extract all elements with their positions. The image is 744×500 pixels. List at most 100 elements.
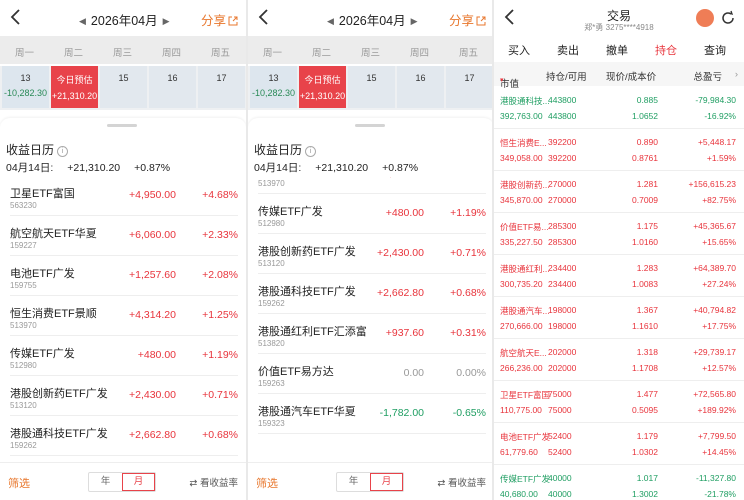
trade-panel: 交易 郑*勇 3275****4918 买入 卖出 撤单 持仓 查询 市值 ▾ 持仓/可…: [494, 0, 744, 500]
holding-row[interactable]: 恒生消费E... 349,058.00 392200 392200 0.890 0.876…: [494, 128, 744, 171]
list-item[interactable]: 传媒ETF广发 512980 +480.00 +1.19%: [0, 337, 246, 376]
calendar-day-cell[interactable]: 13 -10,282.30: [2, 66, 49, 108]
yield-toggle[interactable]: ⇄ 看收益率: [437, 475, 486, 489]
back-arrow-icon[interactable]: [8, 8, 24, 26]
profit-amount: 0.00: [403, 367, 424, 379]
profit-amount: -1,782.00: [379, 407, 424, 419]
day-profit: +21,310.20: [299, 91, 346, 101]
calendar-day-cell[interactable]: 17: [198, 66, 245, 108]
list-item[interactable]: 电池ETF广发 159755 +1,257.60 +2.08%: [0, 257, 246, 296]
yield-toggle[interactable]: ⇄ 看收益率: [189, 475, 238, 489]
row-divider: [258, 353, 486, 354]
share-button[interactable]: 分享: [449, 10, 486, 29]
calendar-day-cell[interactable]: 今日预估 +21,310.20: [51, 66, 98, 108]
calendar-day-cell[interactable]: 15: [348, 66, 395, 108]
next-month-icon[interactable]: ▶: [163, 16, 170, 26]
filter-button[interactable]: 筛选: [256, 475, 278, 491]
profit-pct: +2.08%: [202, 269, 238, 281]
tab-3[interactable]: 持仓: [641, 42, 691, 65]
holding-position: 52400: [548, 431, 572, 441]
holding-pl: -11,327.80: [695, 473, 736, 483]
list-item[interactable]: 港股创新药ETF广发 513120 +2,430.00 +0.71%: [0, 377, 246, 416]
calendar-day-cell[interactable]: 今日预估 +21,310.20: [299, 66, 346, 108]
back-arrow-icon[interactable]: [256, 8, 272, 26]
period-month[interactable]: 月: [370, 473, 403, 491]
month-selector[interactable]: ◀ 2026年04月 ▶: [322, 10, 423, 29]
calendar-day-cell[interactable]: 15: [100, 66, 147, 108]
holding-cost: 1.1708: [632, 363, 658, 373]
row-divider: [10, 335, 238, 336]
holding-row[interactable]: 港股通红利... 300,735.20 234400 234400 1.283 1.008…: [494, 254, 744, 297]
calendar-day-cell[interactable]: 17: [446, 66, 493, 108]
holding-available: 234400: [548, 279, 577, 289]
list-item[interactable]: 传媒ETF广发 512980 +480.00 +1.19%: [248, 195, 494, 234]
holding-available: 285300: [548, 237, 577, 247]
day-profit: -10,282.30: [3, 88, 48, 98]
sheet-title: 收益日历 i: [254, 141, 317, 158]
tab-1[interactable]: 卖出: [543, 42, 593, 58]
calendar-panel-left: ◀ 2026年04月 ▶ 分享 周一 周二 周三 周四 周五 13 -10,282.30 今日预…: [0, 0, 246, 500]
list-item[interactable]: 港股通科技ETF广发 159262 +2,662.80 +0.68%: [0, 417, 246, 456]
swap-icon: ⇄: [189, 478, 200, 489]
info-icon[interactable]: i: [305, 146, 317, 157]
list-item[interactable]: 航空航天ETF华夏 159227 +6,060.00 +2.33%: [0, 217, 246, 256]
fund-code: 159262: [10, 441, 37, 450]
holdings-header: 市值 ▾ 持仓/可用 现价/成本价 总盈亏 ›: [494, 62, 744, 90]
tab-2[interactable]: 撤单: [592, 42, 642, 58]
row-divider: [258, 193, 486, 194]
list-item[interactable]: 价值ETF易方达 159263 0.00 0.00%: [248, 355, 494, 394]
list-item[interactable]: 港股通科技ETF广发 159262 +2,662.80 +0.68%: [248, 275, 494, 314]
avatar[interactable]: [696, 9, 714, 27]
period-year[interactable]: 年: [337, 473, 370, 491]
profit-pct: +1.19%: [202, 349, 238, 361]
list-item[interactable]: 恒生消费ETF景顺513970+4,314.20+1.25%: [0, 297, 246, 336]
holding-pl: +5,448.17: [697, 137, 736, 147]
info-icon[interactable]: i: [57, 146, 69, 157]
profit-pct: 0.00%: [456, 367, 486, 379]
weekday-header: 周一 周二 周三 周四 周五: [248, 36, 494, 64]
holding-pl: +7,799.50: [697, 431, 736, 441]
list-item[interactable]: 港股通汽车ETF华夏 159323 -1,782.00 -0.65%: [248, 395, 494, 434]
list-item[interactable]: 港股通红利ETF汇添富 513820 +937.60 +0.31%: [248, 315, 494, 354]
holding-name: 传媒ETF广发: [500, 474, 551, 484]
holding-row[interactable]: 航空航天E... 266,236.00 202000 202000 1.318 1.170…: [494, 338, 744, 381]
prev-month-icon[interactable]: ◀: [79, 16, 86, 26]
weekday-label: 周一: [14, 48, 34, 59]
fund-code: 159755: [10, 281, 37, 290]
holding-row[interactable]: 港股通汽车... 270,666.00 198000 198000 1.367 1.161…: [494, 296, 744, 339]
next-month-icon[interactable]: ▶: [411, 16, 418, 26]
list-item[interactable]: 卫星ETF富国 563230 +4,950.00 +4.68%: [0, 177, 246, 216]
tab-0[interactable]: 买入: [494, 42, 544, 58]
period-year[interactable]: 年: [89, 473, 122, 491]
holding-price: 0.885: [636, 95, 658, 105]
list-item[interactable]: 港股创新药ETF广发 513120 +2,430.00 +0.71%: [248, 235, 494, 274]
calendar-day-cell[interactable]: 13 -10,282.30: [250, 66, 297, 108]
holding-row[interactable]: 价值ETF易... 335,227.50 285300 285300 1.175 1.01…: [494, 212, 744, 255]
holding-price: 1.477: [636, 389, 658, 399]
holding-row[interactable]: 卫星ETF富国 110,775.00 75000 75000 1.477 0.5095 +7…: [494, 380, 744, 423]
holding-row[interactable]: 传媒ETF广发 40,680.00 40000 40000 1.017 1.3002 -11…: [494, 464, 744, 500]
list-item[interactable]: 恒生消费ETF景顺513970+4,314.20+1.25%: [248, 177, 494, 194]
drag-handle[interactable]: [355, 124, 385, 127]
holding-row[interactable]: 港股创新药... 345,870.00 270000 270000 1.281 0.700…: [494, 170, 744, 213]
holding-pl-pct: -16.92%: [704, 111, 736, 121]
calendar-day-cell[interactable]: 16: [149, 66, 196, 108]
prev-month-icon[interactable]: ◀: [327, 16, 334, 26]
drag-handle[interactable]: [107, 124, 137, 127]
holding-available: 198000: [548, 321, 577, 331]
holding-row[interactable]: 电池ETF广发 61,779.60 52400 52400 1.179 1.0302 +7,…: [494, 422, 744, 465]
holding-pl: +64,389.70: [693, 263, 736, 273]
month-selector[interactable]: ◀ 2026年04月 ▶: [74, 10, 175, 29]
refresh-icon[interactable]: [720, 10, 736, 26]
period-month[interactable]: 月: [122, 473, 155, 491]
calendar-day-cell[interactable]: 16: [397, 66, 444, 108]
holding-row[interactable]: 港股通科技... 392,763.00 443800 443800 0.885 1.065…: [494, 86, 744, 129]
tab-4[interactable]: 查询: [690, 42, 740, 58]
column-nav-icon[interactable]: ›: [735, 69, 738, 80]
filter-button[interactable]: 筛选: [8, 475, 30, 491]
fund-name: 港股通汽车ETF华夏: [258, 406, 356, 418]
holding-market-value: 110,775.00: [500, 405, 542, 415]
holding-cost: 1.0160: [632, 237, 658, 247]
share-button[interactable]: 分享: [201, 10, 238, 29]
holding-available: 443800: [548, 111, 577, 121]
